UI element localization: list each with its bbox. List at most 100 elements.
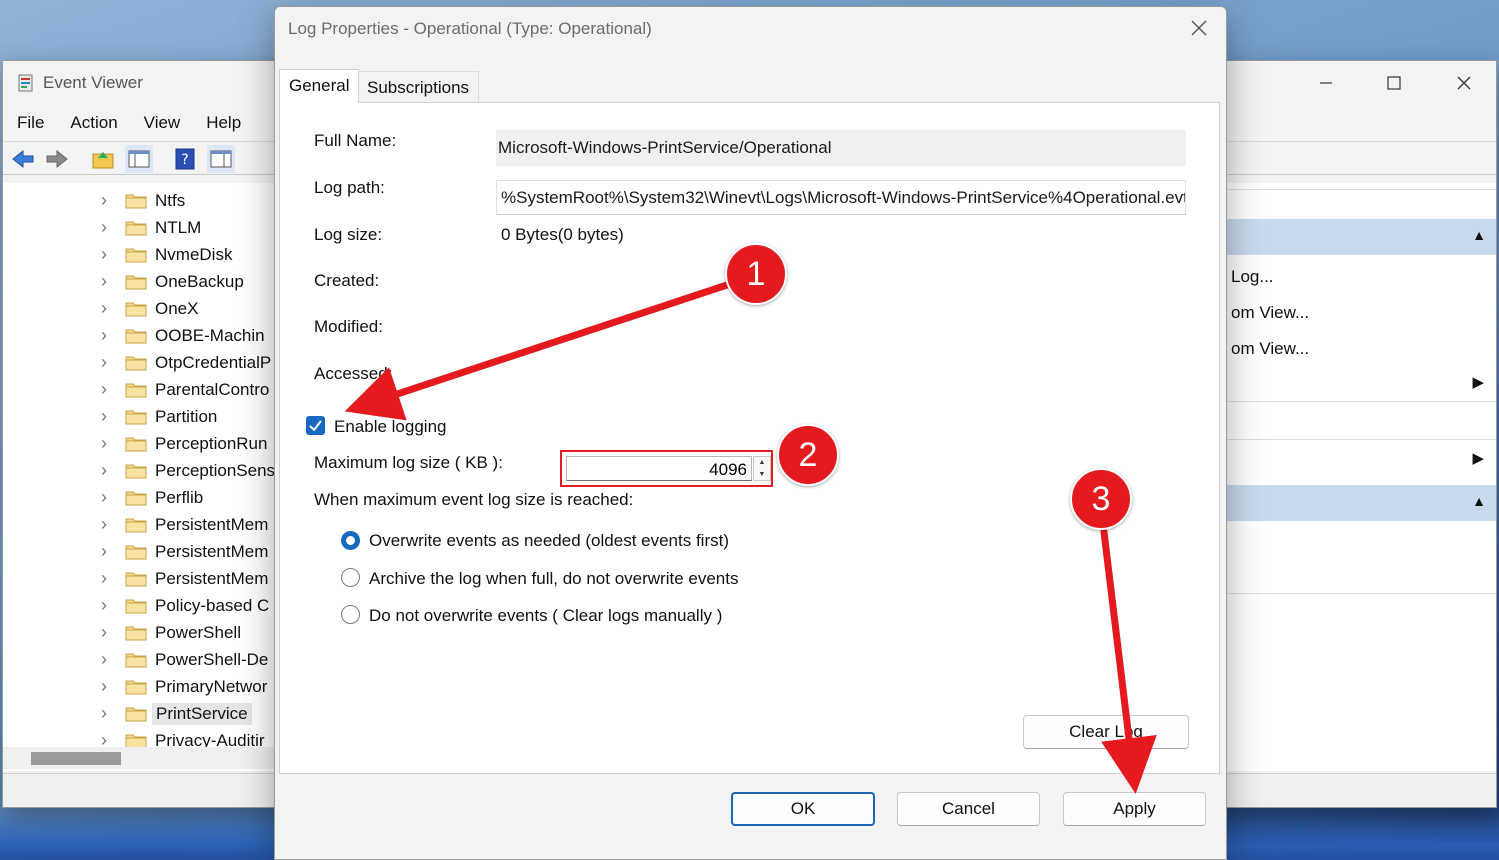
tree-item[interactable]: › PrintService bbox=[3, 700, 274, 727]
chevron-right-icon[interactable]: › bbox=[101, 325, 107, 346]
show-hide-action-pane-button[interactable] bbox=[207, 145, 235, 173]
spin-down-icon[interactable]: ▼ bbox=[754, 469, 770, 480]
tree-item-label: PersistentMem bbox=[155, 514, 269, 534]
chevron-right-icon[interactable]: › bbox=[101, 379, 107, 400]
max-log-size-label: Maximum log size ( KB ): bbox=[314, 453, 503, 472]
ok-button[interactable]: OK bbox=[731, 792, 875, 826]
enable-logging-label[interactable]: Enable logging bbox=[334, 417, 446, 437]
folder-icon bbox=[125, 194, 147, 209]
actions-section-header[interactable]: ▲ bbox=[1227, 219, 1496, 255]
menu-view[interactable]: View bbox=[130, 109, 193, 137]
chevron-right-icon[interactable]: › bbox=[101, 190, 107, 211]
chevron-right-icon[interactable]: › bbox=[101, 460, 107, 481]
tree-item[interactable]: › PowerShell bbox=[3, 619, 274, 646]
radio-do-not-overwrite-label[interactable]: Do not overwrite events ( Clear logs man… bbox=[369, 606, 722, 626]
tree-item[interactable]: › NvmeDisk bbox=[3, 241, 274, 268]
when-max-reached-label: When maximum event log size is reached: bbox=[314, 490, 634, 509]
chevron-right-icon[interactable]: › bbox=[101, 298, 107, 319]
tree-item[interactable]: › PersistentMem bbox=[3, 565, 274, 592]
up-folder-button[interactable] bbox=[89, 145, 117, 173]
tree-item[interactable]: › OneX bbox=[3, 295, 274, 322]
tree-item[interactable]: › ParentalContro bbox=[3, 376, 274, 403]
max-log-size-input[interactable] bbox=[566, 456, 752, 481]
chevron-right-icon[interactable]: › bbox=[101, 622, 107, 643]
tab-subscriptions[interactable]: Subscriptions bbox=[357, 71, 480, 103]
tab-general[interactable]: General bbox=[279, 69, 360, 103]
chevron-right-icon[interactable]: › bbox=[101, 541, 107, 562]
tree-item[interactable]: › PerceptionSens bbox=[3, 457, 274, 484]
spin-up-icon[interactable]: ▲ bbox=[754, 457, 770, 468]
chevron-right-icon[interactable]: › bbox=[101, 271, 107, 292]
submenu-arrow-icon[interactable]: ▶ bbox=[1472, 373, 1484, 391]
tree-item[interactable]: › Ntfs bbox=[3, 187, 274, 214]
dialog-close-button[interactable] bbox=[1186, 15, 1212, 41]
tree-item-label: Ntfs bbox=[155, 190, 186, 210]
radio-archive-when-full-label[interactable]: Archive the log when full, do not overwr… bbox=[369, 569, 738, 589]
tree-item[interactable]: › PersistentMem bbox=[3, 511, 274, 538]
tree-item[interactable]: › PowerShell-De bbox=[3, 646, 274, 673]
chevron-right-icon[interactable]: › bbox=[101, 514, 107, 535]
tree-item[interactable]: › PersistentMem bbox=[3, 538, 274, 565]
menu-help[interactable]: Help bbox=[192, 109, 253, 137]
folder-icon bbox=[125, 491, 147, 506]
clear-log-button[interactable]: Clear Log bbox=[1023, 715, 1189, 749]
tree-item[interactable]: › PrimaryNetwor bbox=[3, 673, 274, 700]
chevron-right-icon[interactable]: › bbox=[101, 568, 107, 589]
full-name-label: Full Name: bbox=[314, 131, 397, 150]
chevron-right-icon[interactable]: › bbox=[101, 352, 107, 373]
action-item-open-log[interactable]: Log... bbox=[1231, 267, 1274, 287]
chevron-right-icon[interactable]: › bbox=[101, 676, 107, 697]
tree-item[interactable]: › OtpCredentialP bbox=[3, 349, 274, 376]
show-hide-tree-button[interactable] bbox=[125, 145, 153, 173]
folder-icon bbox=[125, 545, 147, 560]
help-button[interactable]: ? bbox=[171, 145, 199, 173]
tree-horizontal-scrollbar[interactable] bbox=[3, 747, 275, 769]
tree-item[interactable]: › PerceptionRun bbox=[3, 430, 274, 457]
tree-item[interactable]: › OneBackup bbox=[3, 268, 274, 295]
tree-item[interactable]: › NTLM bbox=[3, 214, 274, 241]
forward-arrow-icon bbox=[46, 149, 68, 169]
chevron-right-icon[interactable]: › bbox=[101, 595, 107, 616]
forward-button[interactable] bbox=[43, 145, 71, 173]
annotation-badge-2: 2 bbox=[777, 424, 839, 486]
tree-item[interactable]: › Policy-based C bbox=[3, 592, 274, 619]
chevron-right-icon[interactable]: › bbox=[101, 406, 107, 427]
tree-item[interactable]: › OOBE-Machin bbox=[3, 322, 274, 349]
back-button[interactable] bbox=[9, 145, 37, 173]
enable-logging-checkbox[interactable] bbox=[306, 416, 325, 435]
log-path-label: Log path: bbox=[314, 178, 385, 197]
chevron-right-icon[interactable]: › bbox=[101, 649, 107, 670]
action-item-create-custom-view[interactable]: om View... bbox=[1231, 303, 1309, 323]
cancel-button[interactable]: Cancel bbox=[897, 792, 1040, 826]
tree-item[interactable]: › Perflib bbox=[3, 484, 274, 511]
scrollbar-thumb[interactable] bbox=[31, 752, 121, 765]
tree-item-label: Policy-based C bbox=[155, 595, 270, 615]
maximize-button[interactable] bbox=[1371, 69, 1417, 97]
chevron-right-icon[interactable]: › bbox=[101, 217, 107, 238]
max-log-size-spinner[interactable]: ▲ ▼ bbox=[753, 456, 771, 481]
menu-file[interactable]: File bbox=[3, 109, 56, 137]
log-path-field[interactable]: %SystemRoot%\System32\Winevt\Logs\Micros… bbox=[496, 180, 1186, 215]
chevron-right-icon[interactable]: › bbox=[101, 433, 107, 454]
help-icon: ? bbox=[175, 148, 195, 170]
chevron-right-icon[interactable]: › bbox=[101, 244, 107, 265]
apply-button[interactable]: Apply bbox=[1063, 792, 1206, 826]
action-item-import-custom-view[interactable]: om View... bbox=[1231, 339, 1309, 359]
folder-icon bbox=[125, 572, 147, 587]
folder-icon bbox=[125, 410, 147, 425]
tree-item[interactable]: › Partition bbox=[3, 403, 274, 430]
radio-overwrite-as-needed[interactable] bbox=[341, 531, 360, 550]
submenu-arrow-icon[interactable]: ▶ bbox=[1472, 449, 1484, 467]
radio-overwrite-as-needed-label[interactable]: Overwrite events as needed (oldest event… bbox=[369, 531, 729, 551]
close-window-button[interactable] bbox=[1441, 69, 1487, 97]
menu-action[interactable]: Action bbox=[56, 109, 129, 137]
tree-item-label: OneX bbox=[155, 298, 199, 318]
actions-section-header-2[interactable]: ▲ bbox=[1227, 485, 1496, 521]
log-size-value: 0 Bytes(0 bytes) bbox=[501, 225, 624, 244]
chevron-right-icon[interactable]: › bbox=[101, 703, 107, 724]
minimize-button[interactable] bbox=[1303, 69, 1349, 97]
radio-archive-when-full[interactable] bbox=[341, 568, 360, 587]
chevron-right-icon[interactable]: › bbox=[101, 487, 107, 508]
radio-do-not-overwrite[interactable] bbox=[341, 605, 360, 624]
folder-up-icon bbox=[92, 152, 114, 169]
